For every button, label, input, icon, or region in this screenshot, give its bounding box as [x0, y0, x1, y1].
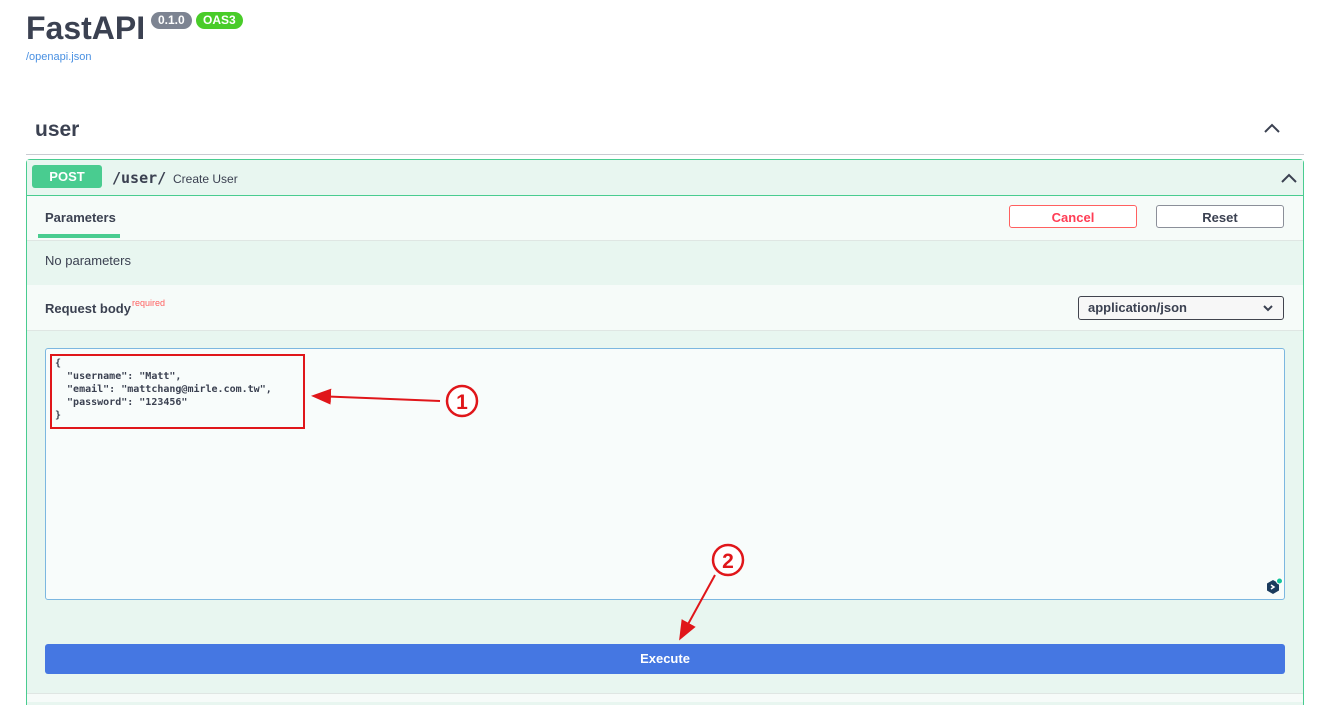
annotation-highlight-box	[50, 354, 305, 429]
chevron-down-icon	[1263, 305, 1273, 312]
operation-summary: Create User	[173, 172, 238, 186]
tag-divider	[26, 154, 1304, 155]
content-type-select[interactable]: application/json	[1078, 296, 1284, 320]
operation-path: /user/	[112, 169, 167, 187]
grammarly-icon[interactable]	[1264, 577, 1284, 597]
chevron-up-icon[interactable]	[1262, 120, 1282, 136]
openapi-json-link[interactable]: /openapi.json	[26, 51, 91, 63]
no-parameters-text: No parameters	[45, 253, 131, 268]
tag-title[interactable]: user	[35, 118, 79, 142]
request-body-label: Request body	[45, 301, 131, 316]
api-title: FastAPI	[26, 10, 146, 46]
cancel-button[interactable]: Cancel	[1009, 205, 1137, 228]
version-badge: 0.1.0	[151, 12, 192, 29]
required-label: required	[132, 298, 166, 308]
execute-button[interactable]: Execute	[45, 644, 1285, 674]
content-type-value: application/json	[1088, 300, 1187, 315]
tab-active-indicator	[38, 234, 120, 238]
reset-button[interactable]: Reset	[1156, 205, 1284, 228]
oas-badge: OAS3	[196, 12, 243, 29]
chevron-up-icon[interactable]	[1280, 171, 1298, 185]
tab-parameters[interactable]: Parameters	[45, 210, 116, 225]
method-badge: POST	[32, 165, 102, 188]
